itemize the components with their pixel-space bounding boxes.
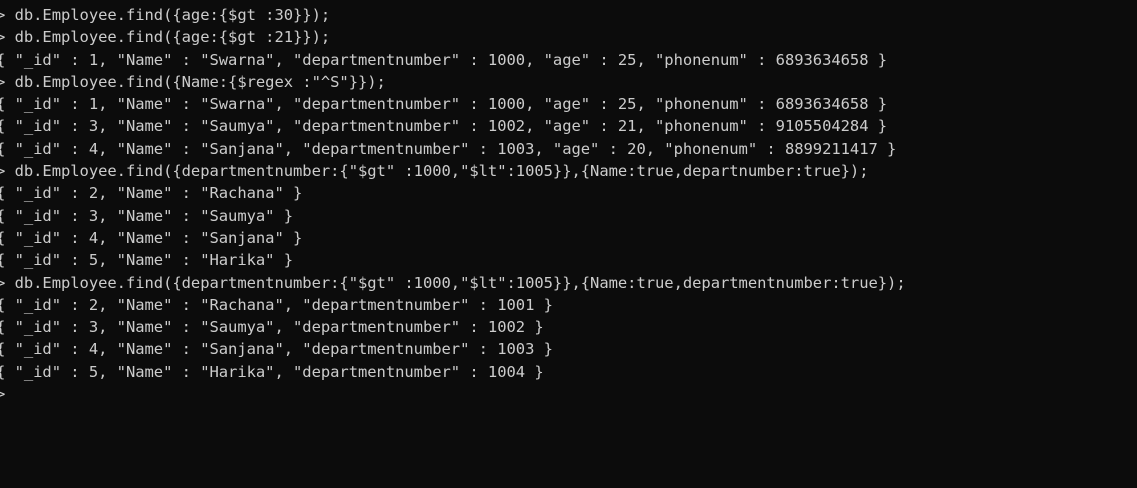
output-line: { "_id" : 5, "Name" : "Harika" } xyxy=(0,251,294,270)
output-line: { "_id" : 2, "Name" : "Rachana", "depart… xyxy=(0,295,553,314)
output-line: { "_id" : 1, "Name" : "Swarna", "departm… xyxy=(0,95,888,114)
output-line: { "_id" : 3, "Name" : "Saumya", "departm… xyxy=(0,318,544,337)
output-line: { "_id" : 3, "Name" : "Saumya", "departm… xyxy=(0,117,888,136)
terminal-window[interactable]: > db.Employee.find({age:{$gt :30}}); > d… xyxy=(0,0,1137,488)
output-line: { "_id" : 4, "Name" : "Sanjana", "depart… xyxy=(0,139,897,158)
output-line: { "_id" : 4, "Name" : "Sanjana", "depart… xyxy=(0,340,553,359)
output-line: { "_id" : 5, "Name" : "Harika", "departm… xyxy=(0,362,544,381)
prompt-line[interactable]: > xyxy=(0,383,906,405)
command-line: > db.Employee.find({Name:{$regex :"^S"}}… xyxy=(0,72,386,91)
command-line: > db.Employee.find({departmentnumber:{"$… xyxy=(0,273,906,292)
terminal-output: > db.Employee.find({age:{$gt :30}}); > d… xyxy=(0,4,906,405)
output-line: { "_id" : 2, "Name" : "Rachana" } xyxy=(0,184,303,203)
output-line: { "_id" : 4, "Name" : "Sanjana" } xyxy=(0,228,303,247)
command-line: > db.Employee.find({departmentnumber:{"$… xyxy=(0,162,869,181)
output-line: { "_id" : 1, "Name" : "Swarna", "departm… xyxy=(0,50,888,69)
output-line: { "_id" : 3, "Name" : "Saumya" } xyxy=(0,206,294,225)
command-line: > db.Employee.find({age:{$gt :30}}); xyxy=(0,6,331,24)
command-line: > db.Employee.find({age:{$gt :21}}); xyxy=(0,28,331,47)
